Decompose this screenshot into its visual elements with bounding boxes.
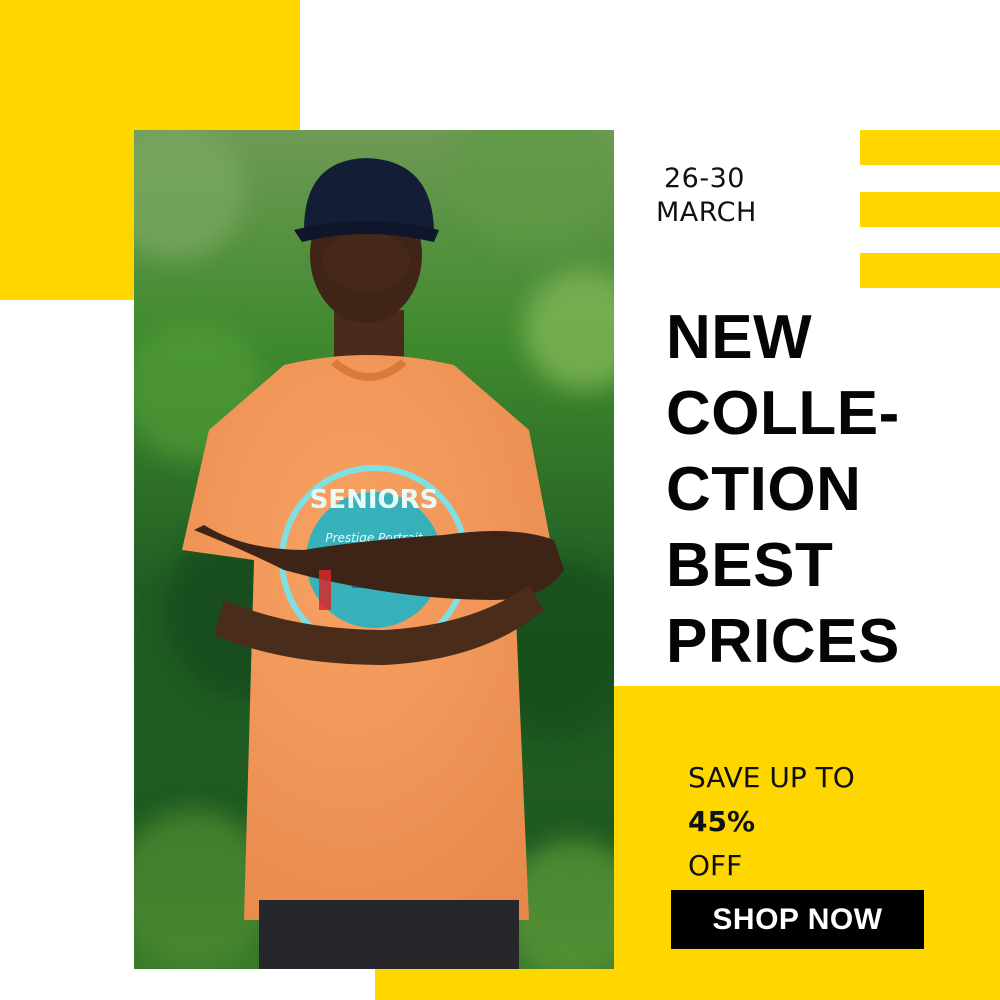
discount-offer: SAVE UP TO 45% OFF <box>688 756 948 888</box>
yellow-stripe <box>860 192 1000 227</box>
date-range: 26-30 <box>664 163 745 194</box>
offer-suffix: OFF <box>688 849 743 882</box>
headline-line: NEW <box>666 303 813 372</box>
model-photo: SENIORS Prestige Portrait 18 <box>134 130 614 969</box>
headline: NEW COLLE- CTION BEST PRICES <box>666 300 996 680</box>
yellow-stripe <box>860 253 1000 288</box>
headline-line: COLLE- <box>666 379 900 448</box>
yellow-stripe <box>860 130 1000 165</box>
date-month: MARCH <box>656 197 757 228</box>
headline-line: CTION <box>666 455 862 524</box>
event-date: 26-30 MARCH <box>656 162 836 230</box>
shop-now-button[interactable]: SHOP NOW <box>671 890 924 949</box>
offer-percent: 45% <box>688 805 756 838</box>
shirt-print-title: SENIORS <box>310 485 439 515</box>
headline-line: PRICES <box>666 607 900 676</box>
offer-intro: SAVE UP TO <box>688 761 855 794</box>
headline-line: BEST <box>666 531 834 600</box>
